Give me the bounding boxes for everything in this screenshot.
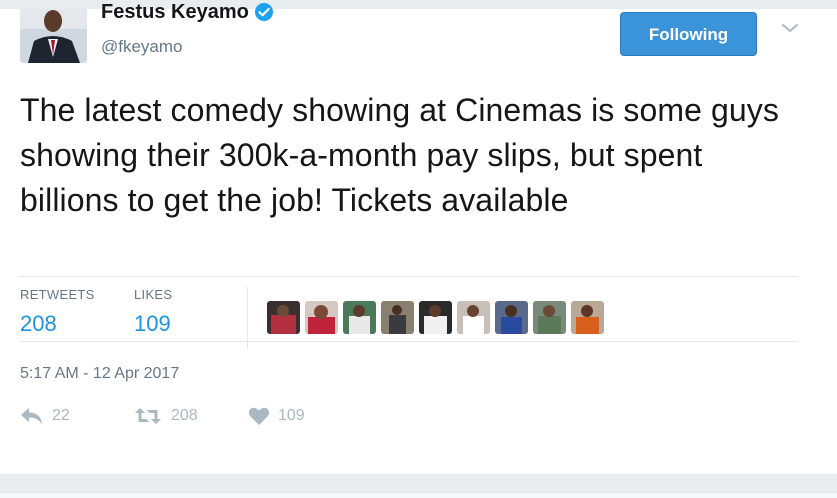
liker-avatar[interactable] bbox=[571, 301, 604, 334]
stats-separator bbox=[247, 287, 248, 349]
tweet-card: Festus Keyamo @fkeyamo Following The lat… bbox=[0, 1, 837, 474]
page-bottom-strip bbox=[0, 474, 837, 498]
heart-icon bbox=[248, 406, 270, 426]
chevron-down-icon[interactable] bbox=[779, 17, 801, 39]
reply-action[interactable]: 22 bbox=[20, 406, 70, 426]
stats-top-divider bbox=[20, 276, 798, 277]
author-name[interactable]: Festus Keyamo bbox=[101, 0, 274, 24]
liker-avatar[interactable] bbox=[419, 301, 452, 334]
stats-bottom-divider bbox=[20, 341, 798, 342]
likes-stat[interactable]: LIKES 109 bbox=[134, 287, 172, 339]
liker-avatar[interactable] bbox=[381, 301, 414, 334]
retweet-icon bbox=[133, 406, 163, 426]
liker-avatar[interactable] bbox=[305, 301, 338, 334]
following-button[interactable]: Following bbox=[620, 12, 757, 56]
tweet-text: The latest comedy showing at Cinemas is … bbox=[20, 92, 780, 218]
author-handle[interactable]: @fkeyamo bbox=[101, 37, 183, 57]
likers-avatars bbox=[267, 301, 604, 334]
author-name-text[interactable]: Festus Keyamo bbox=[101, 0, 249, 24]
retweet-action[interactable]: 208 bbox=[133, 406, 198, 426]
tweet-timestamp[interactable]: 5:17 AM - 12 Apr 2017 bbox=[20, 365, 179, 383]
next-panel-edge bbox=[0, 492, 837, 498]
tweet-stats: RETWEETS 208 LIKES 109 bbox=[20, 287, 800, 349]
author-avatar[interactable] bbox=[20, 9, 87, 63]
verified-badge-icon bbox=[254, 2, 274, 22]
liker-avatar[interactable] bbox=[343, 301, 376, 334]
liker-avatar[interactable] bbox=[267, 301, 300, 334]
likes-label: LIKES bbox=[134, 287, 173, 302]
liker-avatar[interactable] bbox=[495, 301, 528, 334]
retweets-stat[interactable]: RETWEETS 208 bbox=[20, 287, 95, 339]
reply-icon bbox=[20, 406, 44, 426]
retweets-value: 208 bbox=[20, 311, 57, 336]
like-count: 109 bbox=[278, 407, 305, 424]
reply-count: 22 bbox=[52, 407, 70, 424]
likes-value: 109 bbox=[134, 311, 171, 336]
retweets-label: RETWEETS bbox=[20, 287, 95, 302]
retweet-count: 208 bbox=[171, 407, 198, 424]
like-action[interactable]: 109 bbox=[248, 406, 305, 426]
tweet-actions: 22 208 109 bbox=[20, 406, 420, 436]
liker-avatar[interactable] bbox=[533, 301, 566, 334]
liker-avatar[interactable] bbox=[457, 301, 490, 334]
